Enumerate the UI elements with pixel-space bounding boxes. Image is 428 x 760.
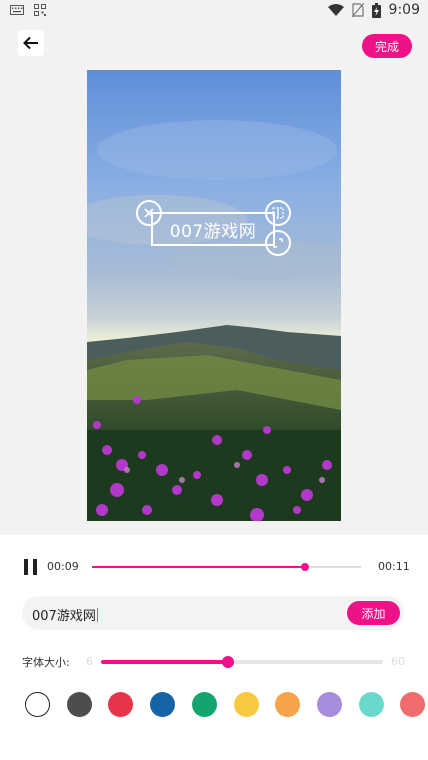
- total-time: 00:11: [378, 560, 410, 573]
- status-bar: 9:09: [0, 0, 428, 24]
- back-button[interactable]: [18, 30, 44, 56]
- battery-charging-icon: [371, 2, 381, 18]
- text-sticker[interactable]: 007游戏网: [151, 212, 275, 246]
- font-size-fill: [101, 660, 228, 664]
- font-size-row: 字体大小: 6 60: [0, 650, 428, 670]
- playback-seekbar[interactable]: [92, 563, 361, 571]
- font-size-max: 60: [391, 655, 405, 668]
- playback-row: 00:09 00:11: [0, 557, 428, 577]
- delete-sticker-handle[interactable]: [136, 200, 162, 226]
- current-time: 00:09: [47, 560, 79, 573]
- done-button[interactable]: 完成: [362, 34, 412, 58]
- flip-sticker-handle[interactable]: [265, 200, 291, 226]
- color-swatch[interactable]: [316, 692, 342, 717]
- color-swatch[interactable]: [358, 692, 384, 717]
- playback-progress: [92, 566, 305, 568]
- color-swatch[interactable]: [400, 692, 426, 717]
- color-swatch[interactable]: [66, 692, 92, 717]
- text-input-value: 007游戏网: [32, 609, 96, 624]
- wifi-icon: [327, 4, 344, 16]
- font-size-min: 6: [86, 655, 93, 668]
- font-size-thumb[interactable]: [221, 656, 234, 668]
- close-icon: [144, 208, 154, 218]
- edit-controls: 00:09 00:11 007游戏网 添加 字体大小: 6 60: [0, 535, 428, 760]
- qr-scan-icon: [34, 4, 46, 16]
- color-palette: [0, 690, 428, 720]
- keyboard-icon: [10, 5, 24, 15]
- resize-icon: [273, 238, 283, 248]
- flip-icon: [272, 207, 284, 219]
- font-size-slider[interactable]: [101, 656, 383, 668]
- color-swatch[interactable]: [191, 692, 217, 717]
- color-swatch[interactable]: [25, 692, 50, 717]
- landscape-frame: [87, 70, 341, 521]
- resize-sticker-handle[interactable]: [265, 230, 291, 256]
- status-time: 9:09: [388, 2, 420, 18]
- font-size-label: 字体大小:: [22, 656, 70, 669]
- preview-area: 9:09 完成 007游戏网: [0, 0, 428, 535]
- color-swatch[interactable]: [150, 692, 176, 717]
- text-input[interactable]: 007游戏网: [32, 605, 99, 624]
- text-caret: [96, 608, 99, 622]
- seekbar-thumb[interactable]: [300, 563, 309, 571]
- color-swatch[interactable]: [275, 692, 301, 717]
- arrow-left-icon: [23, 36, 38, 50]
- text-input-row: 007游戏网 添加: [22, 596, 404, 630]
- no-sim-icon: [351, 3, 364, 17]
- pause-button[interactable]: [24, 559, 38, 575]
- color-swatch[interactable]: [233, 692, 259, 717]
- add-text-button[interactable]: 添加: [347, 601, 400, 625]
- color-swatch[interactable]: [108, 692, 134, 717]
- video-preview[interactable]: [87, 70, 341, 521]
